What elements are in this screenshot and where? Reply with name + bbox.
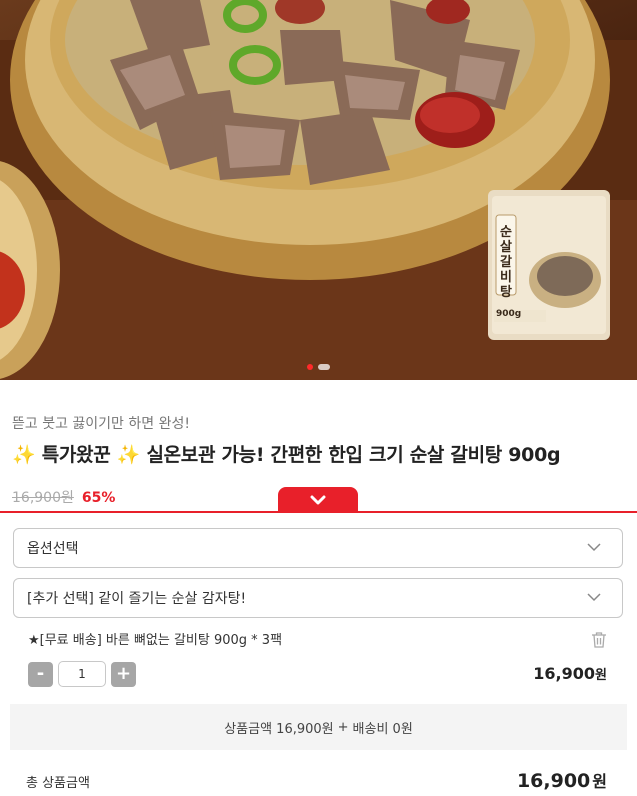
title-badge: 특가왔꾼	[41, 444, 111, 466]
total-price-currency: 원	[592, 772, 607, 791]
total-label: 총 상품금액	[26, 776, 90, 791]
total-price-value: 16,900	[516, 770, 591, 792]
quantity-stepper: - 1 +	[28, 661, 136, 687]
total-price: 16,900 원	[517, 768, 607, 792]
product-title: ✨ 특가왔꾼 ✨ 실온보관 가능! 간편한 한입 크기 순살 갈비탕 900g	[12, 440, 561, 467]
price-summary: 상품금액 16,900원 + 배송비 0원	[10, 704, 627, 750]
cart-item-price-value: 16,900	[533, 664, 596, 683]
decrease-quantity-button[interactable]: -	[28, 661, 53, 687]
chevron-down-icon	[310, 495, 326, 504]
increase-quantity-button[interactable]: +	[111, 661, 136, 687]
product-subtitle: 뜯고 붓고 끓이기만 하면 완성!	[12, 416, 190, 432]
package-weight: 900g	[496, 309, 522, 319]
original-price: 16,900원	[12, 490, 74, 506]
sheet-collapse-button[interactable]	[278, 487, 358, 512]
quantity-input[interactable]: 1	[58, 661, 106, 687]
product-photo	[0, 0, 637, 380]
option-select[interactable]: 옵션선택	[13, 528, 623, 568]
summary-product-amount: 상품금액 16,900원	[224, 721, 334, 737]
package-label: 순살갈비탕	[500, 225, 512, 300]
cart-item-price-currency: 원	[595, 668, 607, 683]
cart-item-name: ★[무료 배송] 바른 뼈없는 갈비탕 900g * 3팩	[28, 633, 283, 648]
addon-select[interactable]: [추가 선택] 같이 즐기는 순살 감자탕!	[13, 578, 623, 618]
trash-icon[interactable]	[591, 631, 607, 649]
carousel-indicator	[0, 364, 637, 370]
sparkle-icon: ✨	[116, 444, 141, 466]
carousel-dot-2[interactable]	[318, 364, 330, 370]
addon-select-label: [추가 선택] 같이 즐기는 순살 감자탕!	[27, 591, 247, 607]
product-image-carousel[interactable]: 순살갈비탕 900g	[0, 0, 637, 380]
chevron-down-icon	[587, 593, 601, 602]
chevron-down-icon	[587, 543, 601, 552]
sparkle-icon: ✨	[12, 444, 36, 466]
summary-plus: +	[337, 719, 349, 735]
summary-shipping: 배송비 0원	[352, 721, 413, 737]
title-main: 실온보관 가능! 간편한 한입 크기 순살 갈비탕 900g	[146, 444, 561, 466]
carousel-dot-1[interactable]	[307, 364, 313, 370]
cart-item-price: 16,900원	[533, 664, 607, 683]
price-row: 16,900원 65%	[12, 487, 115, 507]
option-select-label: 옵션선택	[27, 541, 79, 557]
discount-rate: 65%	[81, 490, 116, 506]
